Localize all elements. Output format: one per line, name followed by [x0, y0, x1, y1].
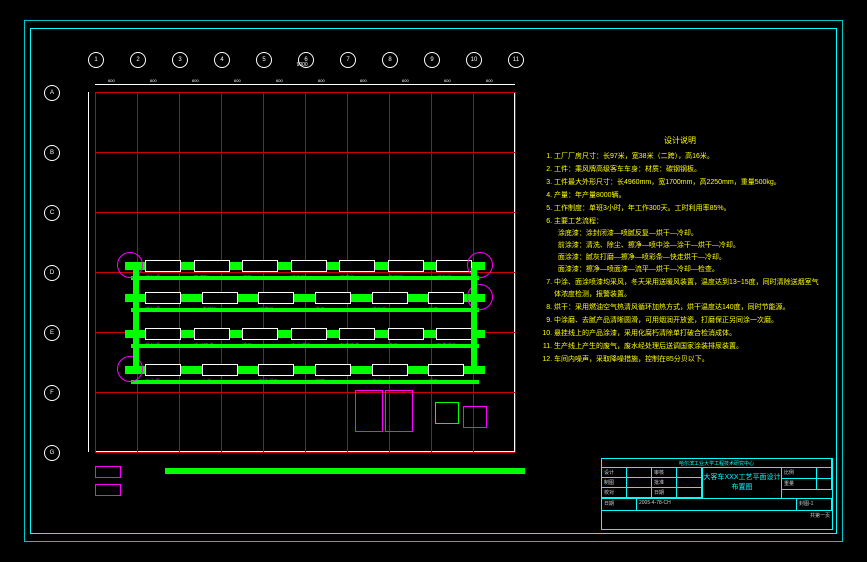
title-block-meta: 比例 重量: [782, 468, 832, 498]
note-item: 工厂厂房尺寸：长97米，宽38米（二跨），高16米。: [554, 151, 820, 163]
equipment-detail: [463, 406, 487, 428]
dimension-top: 9000: [95, 68, 515, 90]
column-mark: 7: [340, 52, 356, 68]
station-box: [372, 292, 408, 304]
station-box: [388, 260, 424, 272]
station-box: [291, 328, 327, 340]
station-box: [315, 364, 351, 376]
vertical-conveyor: [471, 268, 477, 368]
station-box: [291, 260, 327, 272]
column-mark: 9: [424, 52, 440, 68]
equipment-detail: [435, 402, 459, 424]
title-block: 哈尔滨工业大学工程技术研究中心 设计审核制图批准校对日期 大客车XXX工艺平面设…: [601, 458, 833, 530]
column-mark: 6: [298, 52, 314, 68]
column-mark: 3: [172, 52, 188, 68]
station-box: [372, 364, 408, 376]
process-line: 前处理喷漆室流平烘干室喷漆室流平室烘干室: [125, 262, 485, 270]
station-box: [242, 260, 278, 272]
floor-plan: 前处理喷漆室流平烘干室喷漆室流平室烘干室前处理漆前检喷漆室流平烘干室检查前处理中…: [95, 92, 515, 452]
station-box: [202, 364, 238, 376]
column-mark: 2: [130, 52, 146, 68]
note-item: 工件：乘风牌高级客车车身：材质：碳钢钢板。: [554, 164, 820, 176]
column-mark: 1: [88, 52, 104, 68]
turntable-icon: [117, 252, 143, 278]
station-box: [258, 364, 294, 376]
note-item: 悬挂线上的产品涂漆，采用化腐朽清除单打破合检消成体。: [554, 328, 820, 340]
process-line: 前处理中涂喷漆流平中涂烘干面漆喷漆流平面漆烘干: [125, 330, 485, 338]
row-mark: G: [44, 445, 60, 461]
note-item: 产量：年产量8000辆。: [554, 190, 820, 202]
note-item: 车间内噪声，采取降噪措施，控制在85分贝以下。: [554, 354, 820, 366]
station-box: [194, 328, 230, 340]
title-block-signatures: 设计审核制图批准校对日期: [602, 468, 703, 498]
legend-item: [95, 466, 121, 478]
process-line: 前处理漆前检喷漆室流平烘干室检查: [125, 294, 485, 302]
column-mark: 8: [382, 52, 398, 68]
station-box: [428, 364, 464, 376]
row-mark: A: [44, 85, 60, 101]
row-mark: D: [44, 265, 60, 281]
process-line: 电泳槽水洗电泳烘干打磨中涂烘干: [125, 366, 485, 374]
legend: [95, 465, 155, 479]
station-box: [145, 328, 181, 340]
column-mark: 5: [256, 52, 272, 68]
note-item: 工件最大外形尺寸：长4960mm，宽1700mm，高2250mm，重量500kg…: [554, 177, 820, 189]
dimension-left: [60, 92, 94, 452]
bottom-conveyor-bar: [165, 468, 525, 474]
row-mark: B: [44, 145, 60, 161]
station-box: [339, 328, 375, 340]
legend-item: [95, 484, 121, 496]
station-box: [258, 292, 294, 304]
note-item: 生产线上产生的废气，废水经处理后送调国家涂装排尿装置。: [554, 341, 820, 353]
equipment-box: [385, 390, 413, 432]
station-box: [145, 260, 181, 272]
row-mark: F: [44, 385, 60, 401]
note-item: 工作制度：单班3小时，年工作300天。工时利用率85%。: [554, 203, 820, 215]
station-box: [436, 328, 472, 340]
design-notes: 设计说明 工厂厂房尺寸：长97米，宽38米（二跨），高16米。工件：乘风牌高级客…: [540, 135, 820, 367]
notes-title: 设计说明: [540, 135, 820, 147]
column-mark: 11: [508, 52, 524, 68]
column-mark: 4: [214, 52, 230, 68]
station-box: [339, 260, 375, 272]
station-box: [194, 260, 230, 272]
note-item: 中涂磨、去腻产品清晰圆滑，可用烟润开放瓷，打磨保正另同涂一次磨。: [554, 315, 820, 327]
notes-list: 工厂厂房尺寸：长97米，宽38米（二跨），高16米。工件：乘风牌高级客车车身：材…: [540, 151, 820, 366]
company-name: 哈尔滨工业大学工程技术研究中心: [602, 459, 832, 467]
column-mark: 10: [466, 52, 482, 68]
note-item: 主要工艺流程： 涂底漆：涂封闭漆—喷腻反复—烘干—冷却。 前涂漆：清洗、除尘、擦…: [554, 216, 820, 276]
drawing-title: 大客车XXX工艺平面设计布置图: [703, 468, 782, 498]
vertical-conveyor: [133, 268, 139, 368]
station-box: [388, 328, 424, 340]
row-mark: E: [44, 325, 60, 341]
turntable-icon: [117, 356, 143, 382]
date-value: 2005-4-78-CH: [637, 499, 797, 510]
drawing-no: 封图-1: [797, 499, 832, 510]
sheet-no: 共第一页: [602, 511, 832, 521]
note-item: 中涂、面涂喷漆均采风，冬天采用送暖风装置，温度达到13~15度，同时清除送烟室气…: [554, 277, 820, 301]
station-box: [242, 328, 278, 340]
station-box: [145, 292, 181, 304]
station-box: [315, 292, 351, 304]
station-box: [145, 364, 181, 376]
note-item: 烘干：采用燃油空气热清风循环加热方式，烘干温度达140度，同时节能源。: [554, 302, 820, 314]
equipment-box: [355, 390, 383, 432]
row-mark: C: [44, 205, 60, 221]
station-box: [428, 292, 464, 304]
station-box: [202, 292, 238, 304]
date-label: 日期: [602, 499, 637, 510]
